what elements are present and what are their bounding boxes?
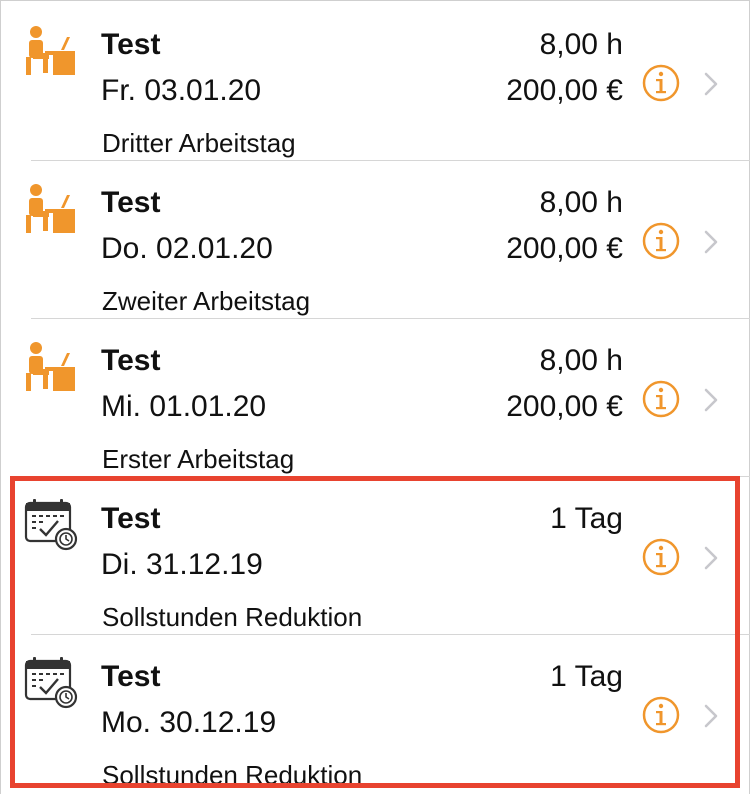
worker-at-desk-icon <box>26 26 75 75</box>
entry-duration: 1 Tag <box>550 660 623 693</box>
chevron-right-icon <box>704 72 718 96</box>
entry-date: Fr. 03.01.20 <box>101 74 262 107</box>
entry-note: Dritter Arbeitstag <box>102 128 296 158</box>
entry-note: Erster Arbeitstag <box>102 444 295 474</box>
info-icon[interactable] <box>641 379 681 419</box>
entry-date: Mi. 01.01.20 <box>101 390 267 423</box>
chevron-right-icon <box>704 704 718 728</box>
info-icon[interactable] <box>641 221 681 261</box>
entry-date: Do. 02.01.20 <box>101 232 273 265</box>
list-item-entry-1[interactable]: Test Fr. 03.01.20 Dritter Arbeitstag 8,0… <box>1 3 750 161</box>
entry-date: Mo. 30.12.19 <box>101 706 277 739</box>
info-icon[interactable] <box>641 63 681 103</box>
entry-title: Test <box>101 28 161 61</box>
entry-amount: 200,00 € <box>506 232 623 265</box>
calendar-check-clock-icon <box>24 657 78 709</box>
list-item-entry-4[interactable]: Test Di. 31.12.19 Sollstunden Reduktion … <box>1 477 750 635</box>
entry-duration: 1 Tag <box>550 502 623 535</box>
entry-title: Test <box>101 660 161 693</box>
entry-hours: 8,00 h <box>539 186 623 219</box>
list-item-entry-3[interactable]: Test Mi. 01.01.20 Erster Arbeitstag 8,00… <box>1 319 750 477</box>
entry-note: Sollstunden Reduktion <box>102 602 363 632</box>
worker-at-desk-icon <box>26 342 75 391</box>
entry-hours: 8,00 h <box>539 28 623 61</box>
entry-date: Di. 31.12.19 <box>101 548 263 581</box>
info-icon[interactable] <box>641 695 681 735</box>
entry-title: Test <box>101 502 161 535</box>
info-icon[interactable] <box>641 537 681 577</box>
worker-at-desk-icon <box>26 184 75 233</box>
entry-note: Sollstunden Reduktion <box>102 760 363 790</box>
entry-hours: 8,00 h <box>539 344 623 377</box>
entry-list: Test Fr. 03.01.20 Dritter Arbeitstag 8,0… <box>0 0 750 794</box>
chevron-right-icon <box>704 388 718 412</box>
list-item-entry-2[interactable]: Test Do. 02.01.20 Zweiter Arbeitstag 8,0… <box>1 161 750 319</box>
entry-title: Test <box>101 186 161 219</box>
entry-amount: 200,00 € <box>506 74 623 107</box>
list-item-entry-5[interactable]: Test Mo. 30.12.19 Sollstunden Reduktion … <box>1 635 750 793</box>
entry-amount: 200,00 € <box>506 390 623 423</box>
chevron-right-icon <box>704 230 718 254</box>
chevron-right-icon <box>704 546 718 570</box>
calendar-check-clock-icon <box>24 499 78 551</box>
entry-note: Zweiter Arbeitstag <box>102 286 311 316</box>
entry-title: Test <box>101 344 161 377</box>
